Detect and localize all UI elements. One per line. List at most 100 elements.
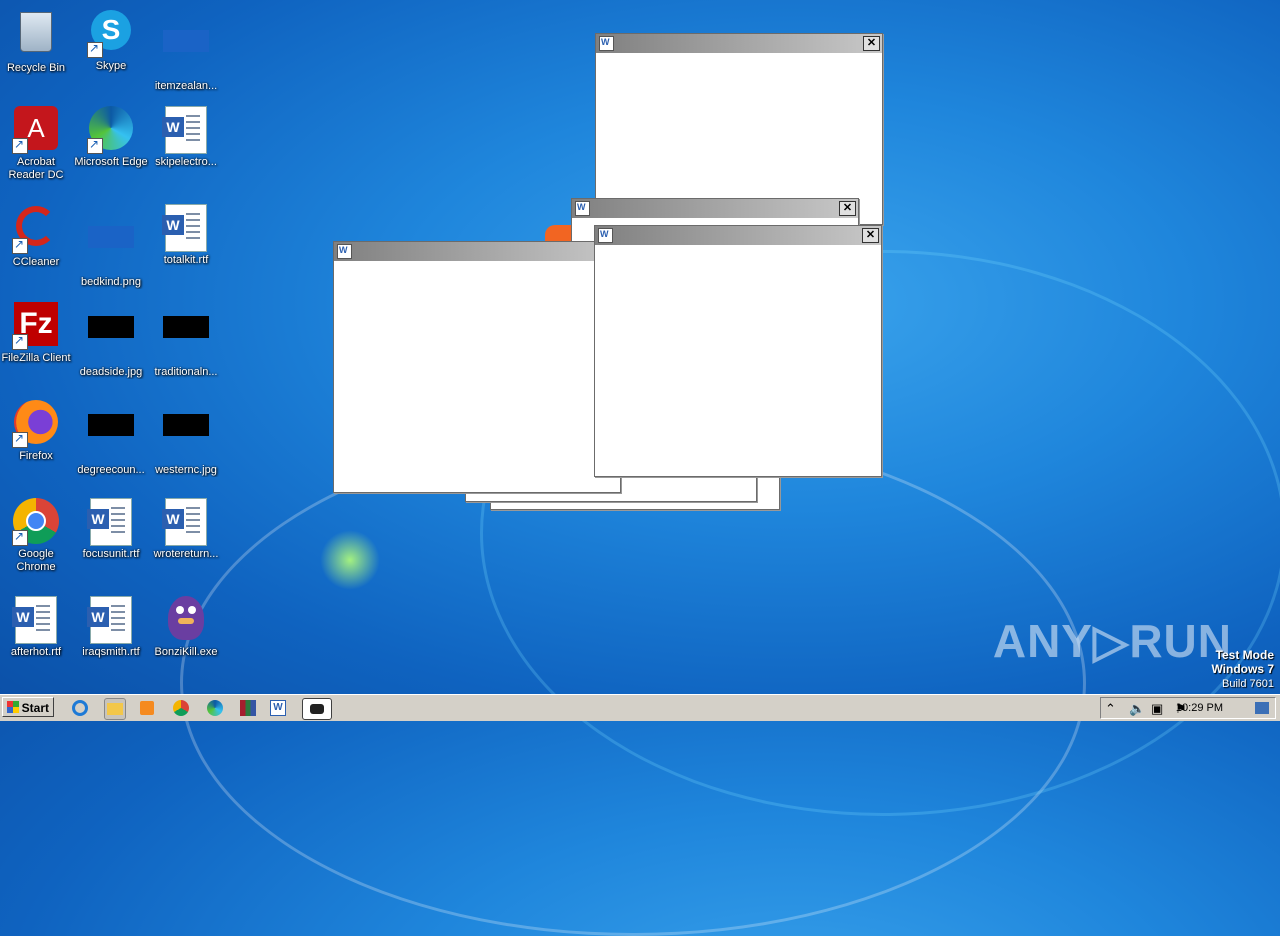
- word-app-icon: [598, 228, 613, 243]
- desktop-icon-itemzealan[interactable]: itemzealan...: [148, 8, 224, 93]
- shortcut-arrow-icon: [87, 137, 103, 154]
- edge-icon: [87, 106, 135, 154]
- wallpaper-glow: [320, 530, 380, 590]
- icon-label: traditionaln...: [154, 366, 218, 378]
- desktop-icon-bonzikill[interactable]: BonziKill.exe: [148, 596, 224, 659]
- icon-label: Microsoft Edge: [74, 156, 148, 168]
- word-taskbar-icon[interactable]: W: [268, 698, 288, 718]
- image-file-icon: [162, 414, 210, 462]
- image-file-icon: [87, 316, 135, 364]
- bonzi-icon: [162, 596, 210, 644]
- word-app-icon: [575, 201, 590, 216]
- shortcut-arrow-icon: [12, 431, 28, 448]
- word-document-icon: W: [12, 596, 60, 644]
- clock[interactable]: 10:29 PM: [1176, 702, 1223, 714]
- desktop-icon-traditionaln[interactable]: traditionaln...: [148, 302, 224, 379]
- desktop-icon-acrobat[interactable]: A Acrobat Reader DC: [0, 106, 74, 182]
- anyrun-watermark: ANY▷RUN: [992, 615, 1232, 667]
- word-document-icon: W: [162, 204, 210, 252]
- desktop-icon-iraqsmith[interactable]: W iraqsmith.rtf: [73, 596, 149, 659]
- word-document-icon: W: [162, 498, 210, 546]
- desktop-icon-skype[interactable]: S Skype: [73, 8, 149, 73]
- file-icon: [162, 30, 210, 78]
- icon-label: itemzealan...: [154, 80, 218, 92]
- popup-window[interactable]: [333, 241, 621, 493]
- icon-label: westernc.jpg: [155, 464, 217, 476]
- icon-label: afterhot.rtf: [10, 646, 62, 658]
- icon-label: totalkit.rtf: [163, 254, 209, 266]
- shortcut-arrow-icon: [12, 237, 28, 254]
- network-icon[interactable]: ▣: [1151, 701, 1163, 717]
- window-titlebar[interactable]: ✕: [595, 226, 881, 245]
- icon-label: bedkind.png: [81, 276, 141, 288]
- volume-icon[interactable]: 🔈: [1129, 701, 1145, 717]
- desktop-icon-recycle-bin[interactable]: Recycle Bin: [0, 8, 74, 75]
- bonzi-taskbar-icon[interactable]: [302, 698, 332, 720]
- ccleaner-icon: [12, 206, 60, 254]
- window-titlebar[interactable]: ✕: [596, 34, 882, 53]
- desktop-icon-chrome[interactable]: Google Chrome: [0, 498, 74, 574]
- chrome-taskbar-icon[interactable]: [171, 698, 191, 718]
- desktop-icon-afterhot[interactable]: W afterhot.rtf: [0, 596, 74, 659]
- show-hidden-icons-icon[interactable]: ⌃: [1105, 701, 1116, 717]
- word-document-icon: W: [87, 498, 135, 546]
- shortcut-arrow-icon: [12, 137, 28, 154]
- desktop-icon-ccleaner[interactable]: CCleaner: [0, 204, 74, 269]
- image-file-icon: [87, 226, 135, 274]
- desktop-icon-filezilla[interactable]: Fz FileZilla Client: [0, 302, 74, 365]
- image-file-icon: [162, 316, 210, 364]
- icon-label: degreecoun...: [77, 464, 145, 476]
- media-player-icon[interactable]: [137, 698, 157, 718]
- desktop-icon-edge[interactable]: Microsoft Edge: [73, 106, 149, 169]
- popup-window[interactable]: ✕: [595, 33, 883, 225]
- start-button[interactable]: Start: [2, 697, 54, 717]
- icon-label: focusunit.rtf: [82, 548, 140, 560]
- desktop-icon-westernc[interactable]: westernc.jpg: [148, 400, 224, 477]
- popup-window-front[interactable]: ✕: [594, 225, 882, 477]
- filezilla-icon: Fz: [12, 302, 60, 350]
- windows-logo-icon: [7, 701, 19, 713]
- window-titlebar[interactable]: [334, 242, 620, 261]
- icon-label: Firefox: [19, 450, 53, 462]
- shortcut-arrow-icon: [87, 41, 103, 58]
- winrar-icon[interactable]: [238, 698, 258, 718]
- file-explorer-icon[interactable]: [104, 698, 126, 720]
- system-tray: ⌃ 🔈 ▣ ⚑ 10:29 PM: [1100, 697, 1276, 719]
- desktop-icon-bedkind[interactable]: bedkind.png: [73, 204, 149, 289]
- build-text: Build 7601: [1222, 678, 1274, 690]
- icon-label: Google Chrome: [16, 548, 56, 573]
- desktop-icon-wrotereturn[interactable]: W wrotereturn...: [148, 498, 224, 561]
- icon-label: BonziKill.exe: [154, 646, 218, 658]
- desktop-icon-degreecoun[interactable]: degreecoun...: [73, 400, 149, 477]
- window-titlebar[interactable]: ✕: [572, 199, 858, 218]
- desktop-icon-totalkit[interactable]: W totalkit.rtf: [148, 204, 224, 267]
- close-button[interactable]: ✕: [863, 36, 880, 51]
- icon-label: skipelectro...: [155, 156, 217, 168]
- taskbar: Start W ⌃ 🔈 ▣ ⚑ 10:29 PM: [0, 694, 1280, 721]
- icon-label: iraqsmith.rtf: [82, 646, 140, 658]
- skype-icon: S: [87, 10, 135, 58]
- internet-explorer-icon[interactable]: [70, 698, 90, 718]
- icon-label: wrotereturn...: [153, 548, 219, 560]
- word-document-icon: W: [162, 106, 210, 154]
- close-button[interactable]: ✕: [862, 228, 879, 243]
- test-mode-text: Test Mode: [1215, 648, 1274, 662]
- show-desktop-icon[interactable]: [1255, 702, 1269, 714]
- icon-label: Skype: [95, 60, 127, 72]
- chrome-icon: [12, 498, 60, 546]
- desktop-icon-deadside[interactable]: deadside.jpg: [73, 302, 149, 379]
- shortcut-arrow-icon: [12, 333, 28, 350]
- shortcut-arrow-icon: [12, 529, 28, 546]
- close-button[interactable]: ✕: [839, 201, 856, 216]
- firefox-icon: [12, 400, 60, 448]
- edge-taskbar-icon[interactable]: [205, 698, 225, 718]
- icon-label: Acrobat Reader DC: [8, 156, 64, 181]
- word-app-icon: [599, 36, 614, 51]
- acrobat-icon: A: [12, 106, 60, 154]
- desktop-icon-focusunit[interactable]: W focusunit.rtf: [73, 498, 149, 561]
- word-document-icon: W: [87, 596, 135, 644]
- desktop-icon-skipelectro[interactable]: W skipelectro...: [148, 106, 224, 169]
- desktop-icon-firefox[interactable]: Firefox: [0, 400, 74, 463]
- icon-label: Recycle Bin: [6, 62, 66, 74]
- icon-label: CCleaner: [12, 256, 60, 268]
